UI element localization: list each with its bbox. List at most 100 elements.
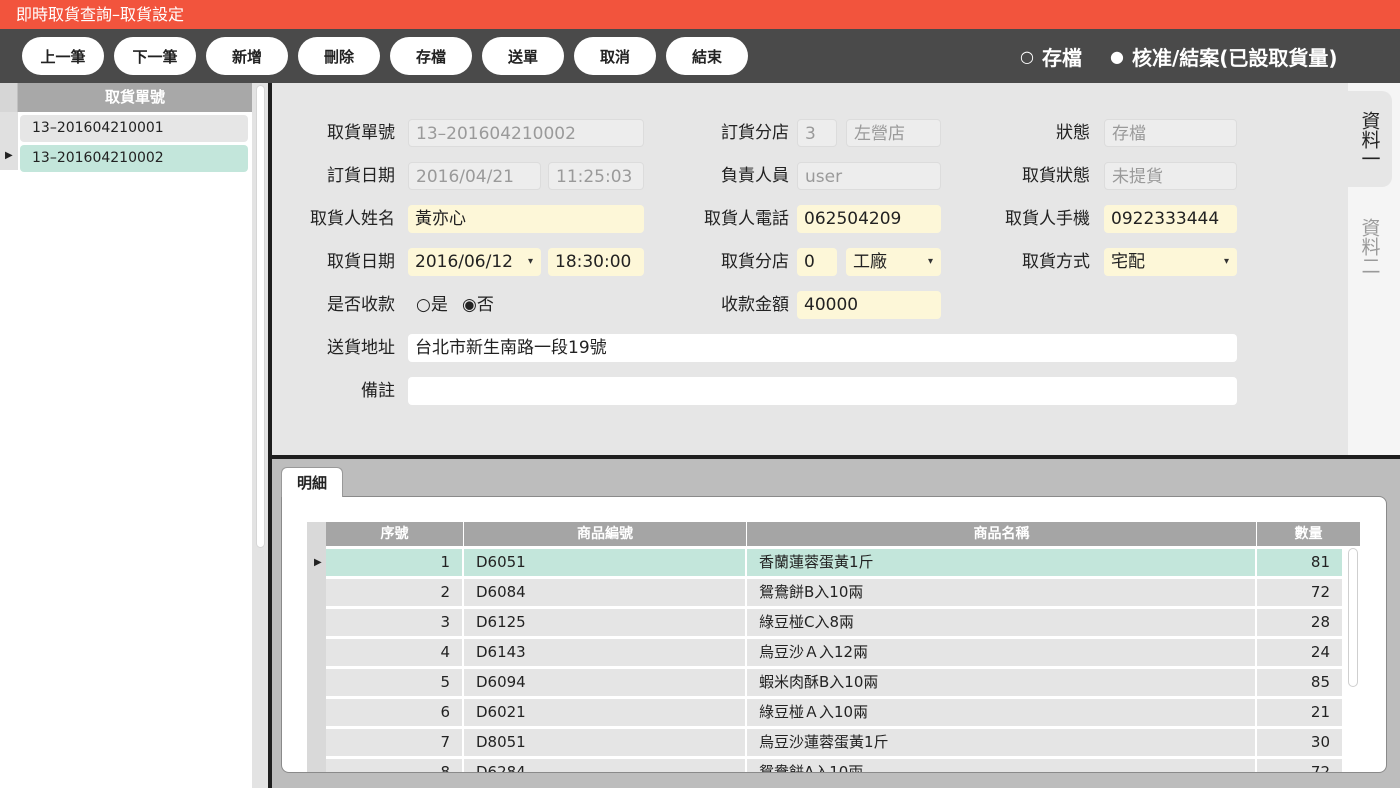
pickup-date-dropdown[interactable]: 2016/06/12 ▾ [408, 248, 541, 276]
cell-product-name[interactable]: 烏豆沙Ａ入12兩 [747, 639, 1255, 666]
cell-product-name[interactable]: 鴛鴦餅A入10兩 [747, 759, 1255, 772]
cell-seq[interactable]: 5 [326, 669, 462, 696]
tab-data-two[interactable]: 資料二 [1348, 201, 1392, 291]
grid-scrollbar[interactable] [1348, 548, 1358, 687]
toolbar: 上一筆 下一筆 新增 刪除 存檔 送單 取消 結束 ○ 存檔 ● 核准/結案(已… [0, 29, 1400, 83]
status-field[interactable]: 存檔 [1104, 119, 1237, 147]
pickup-branch-value: 工廠 [853, 252, 887, 272]
table-row[interactable]: 1 D6051 香蘭蓮蓉蛋黃1斤 81 [326, 549, 1342, 576]
detail-grid-frame: 序號 商品編號 商品名稱 數量 ▶ 1 D6051 香蘭蓮蓉蛋黃1斤 81 2 D6084… [281, 496, 1387, 773]
column-header-product-name[interactable]: 商品名稱 [747, 522, 1257, 546]
cell-quantity[interactable]: 81 [1257, 549, 1342, 576]
list-scrollbar[interactable] [256, 85, 265, 548]
cell-seq[interactable]: 4 [326, 639, 462, 666]
column-header-seq[interactable]: 序號 [326, 522, 464, 546]
list-item-selected[interactable]: 13–201604210002 [20, 145, 248, 172]
cell-product-name[interactable]: 蝦米肉酥B入10兩 [747, 669, 1255, 696]
table-row[interactable]: 6 D6021 綠豆椪Ａ入10兩 21 [326, 699, 1342, 726]
list-column-header[interactable]: 取貨單號 [18, 83, 252, 112]
cell-quantity[interactable]: 85 [1257, 669, 1342, 696]
amount-field[interactable]: 40000 [797, 291, 941, 319]
cell-quantity[interactable]: 30 [1257, 729, 1342, 756]
cell-product-code[interactable]: D6051 [464, 549, 745, 576]
row-pointer-icon: ▶ [5, 150, 13, 161]
table-row[interactable]: 7 D8051 烏豆沙蓮蓉蛋黃1斤 30 [326, 729, 1342, 756]
collect-no-radio[interactable]: ◉否 [462, 291, 494, 319]
order-no-field[interactable]: 13–201604210002 [408, 119, 644, 147]
table-row[interactable]: 2 D6084 鴛鴦餅B入10兩 72 [326, 579, 1342, 606]
cell-product-name[interactable]: 綠豆椪Ａ入10兩 [747, 699, 1255, 726]
collect-yes-radio[interactable]: ○是 [416, 291, 448, 319]
pickup-time-field[interactable]: 18:30:00 [548, 248, 644, 276]
order-branch-code-field[interactable]: 3 [797, 119, 837, 147]
cell-product-code[interactable]: D6094 [464, 669, 745, 696]
chevron-down-icon[interactable]: ▾ [528, 248, 533, 276]
order-list-panel: 取貨單號 13–201604210001 ▶ 13–201604210002 [0, 83, 268, 788]
list-item[interactable]: 13–201604210001 [20, 115, 248, 142]
note-field[interactable] [408, 377, 1237, 405]
table-row[interactable]: 4 D6143 烏豆沙Ａ入12兩 24 [326, 639, 1342, 666]
pickup-phone-label: 取貨人電話 [704, 209, 789, 229]
cell-quantity[interactable]: 21 [1257, 699, 1342, 726]
chevron-down-icon[interactable]: ▾ [1224, 248, 1229, 276]
staff-label: 負責人員 [721, 166, 789, 186]
order-time-field[interactable]: 11:25:03 [548, 162, 644, 190]
submit-button[interactable]: 送單 [482, 37, 564, 75]
cancel-button[interactable]: 取消 [574, 37, 656, 75]
address-label: 送貨地址 [327, 338, 395, 358]
pickup-method-dropdown[interactable]: 宅配 ▾ [1104, 248, 1237, 276]
next-record-button[interactable]: 下一筆 [114, 37, 196, 75]
column-header-quantity[interactable]: 數量 [1257, 522, 1360, 546]
cell-product-name[interactable]: 烏豆沙蓮蓉蛋黃1斤 [747, 729, 1255, 756]
pickup-mobile-field[interactable]: 0922333444 [1104, 205, 1237, 233]
cell-quantity[interactable]: 72 [1257, 759, 1342, 772]
cell-product-name[interactable]: 香蘭蓮蓉蛋黃1斤 [747, 549, 1255, 576]
cell-product-code[interactable]: D6125 [464, 609, 745, 636]
pickup-branch-code-field[interactable]: 0 [797, 248, 837, 276]
delete-button[interactable]: 刪除 [298, 37, 380, 75]
legend-approved-label: 核准/結案(已設取貨量) [1131, 45, 1338, 70]
detail-panel: 明細 序號 商品編號 商品名稱 數量 ▶ 1 D6051 香蘭蓮蓉蛋黃1斤 81 2 D6… [272, 459, 1400, 788]
pickup-date-value: 2016/06/12 [415, 252, 513, 272]
cell-seq[interactable]: 3 [326, 609, 462, 636]
pickup-status-field[interactable]: 未提貨 [1104, 162, 1237, 190]
table-row[interactable]: 5 D6094 蝦米肉酥B入10兩 85 [326, 669, 1342, 696]
cell-quantity[interactable]: 28 [1257, 609, 1342, 636]
pickup-method-value: 宅配 [1111, 252, 1145, 272]
pickup-name-field[interactable]: 黃亦心 [408, 205, 644, 233]
chevron-down-icon[interactable]: ▾ [928, 248, 933, 276]
cell-seq[interactable]: 6 [326, 699, 462, 726]
pickup-phone-field[interactable]: 062504209 [797, 205, 941, 233]
cell-seq[interactable]: 2 [326, 579, 462, 606]
pickup-branch-dropdown[interactable]: 工廠 ▾ [846, 248, 941, 276]
cell-product-code[interactable]: D8051 [464, 729, 745, 756]
order-form: 取貨單號 訂貨日期 取貨人姓名 取貨日期 是否收款 送貨地址 備註 13–201… [272, 83, 1348, 455]
order-date-field[interactable]: 2016/04/21 [408, 162, 541, 190]
save-button[interactable]: 存檔 [390, 37, 472, 75]
address-field[interactable]: 台北市新生南路一段19號 [408, 334, 1237, 362]
cell-product-name[interactable]: 鴛鴦餅B入10兩 [747, 579, 1255, 606]
cell-product-code[interactable]: D6143 [464, 639, 745, 666]
staff-field[interactable]: user [797, 162, 941, 190]
table-row[interactable]: 3 D6125 綠豆椪C入8兩 28 [326, 609, 1342, 636]
cell-seq[interactable]: 7 [326, 729, 462, 756]
cell-quantity[interactable]: 24 [1257, 639, 1342, 666]
cell-seq[interactable]: 8 [326, 759, 462, 772]
table-row[interactable]: 8 D6284 鴛鴦餅A入10兩 72 [326, 759, 1342, 772]
cell-product-code[interactable]: D6284 [464, 759, 745, 772]
pickup-mobile-label: 取貨人手機 [1005, 209, 1090, 229]
column-header-product-code[interactable]: 商品編號 [464, 522, 747, 546]
add-button[interactable]: 新增 [206, 37, 288, 75]
cell-quantity[interactable]: 72 [1257, 579, 1342, 606]
tab-data-one[interactable]: 資料一 [1348, 91, 1392, 187]
filled-circle-icon: ● [1110, 46, 1124, 66]
prev-record-button[interactable]: 上一筆 [22, 37, 104, 75]
cell-seq[interactable]: 1 [326, 549, 462, 576]
tab-detail[interactable]: 明細 [281, 467, 343, 497]
exit-button[interactable]: 結束 [666, 37, 748, 75]
cell-product-code[interactable]: D6021 [464, 699, 745, 726]
collect-label: 是否收款 [327, 295, 395, 315]
cell-product-name[interactable]: 綠豆椪C入8兩 [747, 609, 1255, 636]
cell-product-code[interactable]: D6084 [464, 579, 745, 606]
order-branch-name-field[interactable]: 左營店 [846, 119, 941, 147]
